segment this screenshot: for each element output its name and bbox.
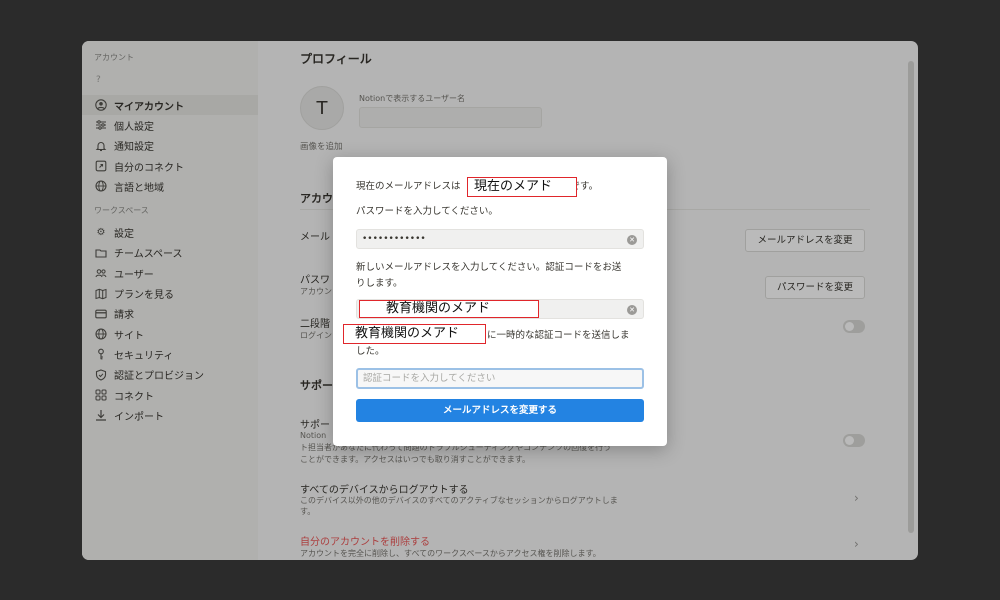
clear-icon[interactable]: ✕ bbox=[627, 235, 637, 245]
change-email-submit-button[interactable]: メールアドレスを変更する bbox=[356, 399, 644, 422]
code-sent-suffix-line1: に一時的な認証コードを送信しま bbox=[487, 330, 630, 341]
code-placeholder: 認証コードを入力してください bbox=[363, 373, 496, 384]
new-email-instructions-line2: りします。 bbox=[356, 278, 403, 289]
code-sent-suffix-line2: した。 bbox=[356, 346, 385, 357]
password-value: •••••••••••• bbox=[362, 234, 426, 244]
redacted-current-email: 現在のメアド bbox=[467, 177, 577, 197]
redacted-sent-email: 教育機関のメアド bbox=[343, 324, 486, 344]
verification-code-input[interactable]: 認証コードを入力してください bbox=[356, 368, 644, 389]
clear-icon[interactable]: ✕ bbox=[627, 305, 637, 315]
current-email-prefix: 現在のメールアドレスは bbox=[356, 181, 461, 192]
password-field[interactable]: •••••••••••• ✕ bbox=[356, 229, 644, 249]
new-email-instructions: 新しいメールアドレスを入力してください。認証コードをお送 りします。 bbox=[356, 260, 646, 292]
new-email-instructions-line1: 新しいメールアドレスを入力してください。認証コードをお送 bbox=[356, 262, 622, 273]
redacted-new-email: 教育機関のメアド bbox=[359, 300, 539, 318]
enter-password-text: パスワードを入力してください。 bbox=[356, 206, 498, 217]
change-email-modal: 現在のメールアドレスは です。 現在のメアド パスワードを入力してください。 ••… bbox=[333, 157, 667, 446]
